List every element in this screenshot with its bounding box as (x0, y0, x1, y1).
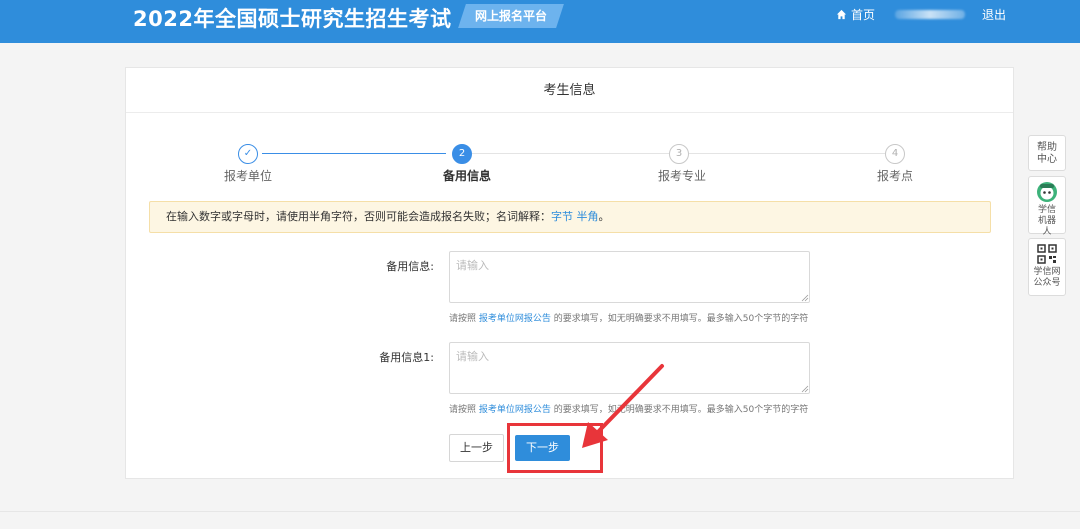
backup-info-input[interactable] (449, 251, 810, 303)
backup-info-label: 备用信息: (386, 260, 434, 273)
username-blurred (895, 10, 965, 19)
hint-suffix: 的要求填写，如无明确要求不用填写。最多输入50个字节的字符 (553, 314, 809, 324)
backup-info-1-label: 备用信息1: (379, 351, 434, 364)
step-2-circle: 2 (452, 144, 472, 164)
resize-grip-icon[interactable] (801, 294, 809, 302)
step-1-label: 报考单位 (223, 169, 272, 183)
announcement-link[interactable]: 报考单位网报公告 (479, 314, 551, 324)
xuexin-robot-button[interactable]: 学信机器人 (1028, 176, 1066, 237)
step-4-label: 报考点 (876, 169, 913, 183)
home-link-label: 首页 (851, 8, 876, 22)
logout-link[interactable]: 退出 (982, 6, 1006, 23)
help-center-button[interactable]: 帮助中心 (1028, 135, 1066, 171)
qrcode-icon (1037, 244, 1057, 264)
notice-text: 在输入数字或字母时，请使用半角字符，否则可能会造成报名失败；名词解释： (166, 210, 551, 223)
step-2-label: 备用信息 (442, 169, 491, 183)
help-center-label: 帮助中心 (1037, 142, 1057, 165)
step-connector-2 (471, 153, 669, 154)
step-connector-3 (689, 153, 885, 154)
home-icon (836, 9, 847, 20)
hint-prefix: 请按照 (449, 405, 477, 415)
step-1-check-icon: ✓ (238, 144, 258, 164)
exam-title: 2022年全国硕士研究生招生考试 (133, 7, 452, 31)
wechat-official-label: 学信网公众号 (1033, 267, 1061, 288)
platform-badge-label: 网上报名平台 (474, 9, 547, 23)
prev-step-button[interactable]: 上一步 (449, 434, 504, 462)
step-3-circle: 3 (669, 144, 689, 164)
byte-definition-link[interactable]: 字节 (551, 210, 573, 223)
top-header: 2022年全国硕士研究生招生考试 网上报名平台 首页 退出 (0, 0, 1080, 43)
robot-avatar-icon (1037, 182, 1057, 202)
resize-grip-icon[interactable] (801, 385, 809, 393)
step-4-circle: 4 (885, 144, 905, 164)
wechat-official-button[interactable]: 学信网公众号 (1028, 238, 1066, 296)
halfwidth-definition-link[interactable]: 半角 (577, 210, 599, 223)
step-connector-1 (262, 153, 446, 154)
notice-end: 。 (598, 210, 610, 223)
hint-prefix: 请按照 (449, 314, 477, 324)
robot-label: 学信机器人 (1037, 205, 1056, 237)
red-arrow-annotation-icon (582, 364, 664, 448)
halfwidth-notice: 在输入数字或字母时，请使用半角字符，否则可能会造成报名失败；名词解释：字节 半角… (149, 201, 991, 233)
announcement-link[interactable]: 报考单位网报公告 (479, 405, 551, 415)
platform-badge: 网上报名平台 (458, 4, 564, 28)
home-link[interactable]: 首页 (836, 6, 875, 23)
footer-divider (0, 511, 1080, 512)
backup-info-hint: 请按照 报考单位网报公告 的要求填写，如无明确要求不用填写。最多输入50个字节的… (449, 311, 808, 324)
card-title: 考生信息 (126, 68, 1013, 113)
step-3-label: 报考专业 (657, 169, 706, 183)
